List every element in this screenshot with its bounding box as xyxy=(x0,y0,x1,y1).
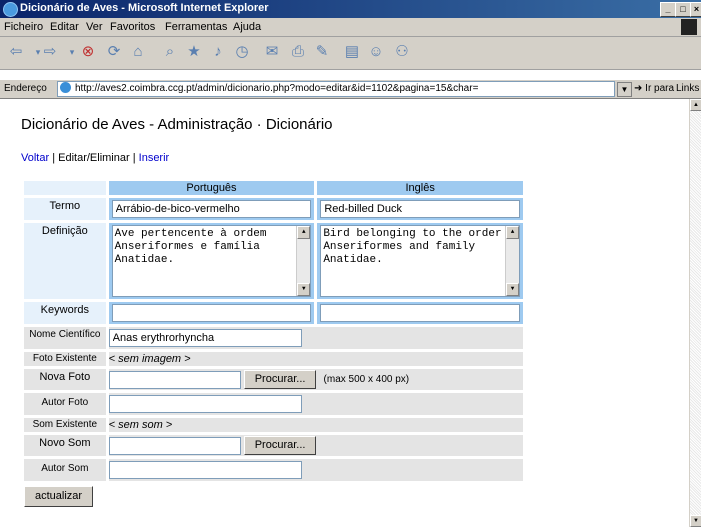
research-icon[interactable]: ⚇ xyxy=(392,42,412,62)
menu-ajuda[interactable]: Ajuda xyxy=(233,21,261,33)
address-label: Endereço xyxy=(4,83,47,94)
address-input[interactable]: http://aves2.coimbra.ccg.pt/admin/dicion… xyxy=(57,81,615,97)
windows-logo-icon xyxy=(681,19,697,35)
header-portuguese: Português xyxy=(108,181,315,195)
new-sound-browse-button[interactable]: Procurar... xyxy=(243,436,317,455)
menu-ver[interactable]: Ver xyxy=(86,21,103,33)
menu-ferramentas[interactable]: Ferramentas xyxy=(165,21,227,33)
update-button[interactable]: actualizar xyxy=(24,486,94,507)
page-scrollbar[interactable]: ▲ ▼ xyxy=(689,99,701,527)
term-en-input[interactable] xyxy=(320,200,520,218)
menu-bar: Ficheiro Editar Ver Favoritos Ferramenta… xyxy=(0,18,701,37)
header-english: Inglês xyxy=(317,181,523,195)
edit-icon[interactable]: ✎ xyxy=(312,42,332,62)
photo-size-hint: (max 500 x 400 px) xyxy=(323,374,410,385)
mail-icon[interactable]: ✉ xyxy=(262,42,282,62)
scroll-down-icon[interactable]: ▼ xyxy=(297,283,311,296)
term-pt-input[interactable] xyxy=(111,200,312,218)
definition-pt-text: Ave pertencente à ordem Anseriformes e f… xyxy=(114,228,274,266)
scientific-name-input[interactable] xyxy=(108,329,302,347)
header-corner xyxy=(24,181,106,195)
toolbar: ⇦ ▾ ⇨ ▾ ⊗ ⟳ ⌂ ⌕ ★ ♪ ◷ ✉ ⎙ ✎ ▤ ☺ ⚇ xyxy=(0,37,701,70)
keywords-pt-input[interactable] xyxy=(111,304,312,322)
menu-ficheiro[interactable]: Ficheiro xyxy=(4,21,43,33)
favorites-icon[interactable]: ★ xyxy=(184,42,204,62)
sound-author-label: Autor Som xyxy=(24,459,106,481)
textarea-scrollbar[interactable]: ▲ ▼ xyxy=(296,226,311,296)
messenger-icon[interactable]: ☺ xyxy=(366,42,386,62)
nav-separator: | xyxy=(129,152,139,164)
definition-en-text: Bird belonging to the order Anseriformes… xyxy=(323,228,502,266)
insert-link[interactable]: Inserir xyxy=(139,152,170,164)
new-sound-label: Novo Som xyxy=(24,435,106,456)
new-sound-file-input[interactable] xyxy=(108,436,241,455)
home-icon[interactable]: ⌂ xyxy=(128,42,148,62)
photo-author-input[interactable] xyxy=(108,395,302,413)
nav-separator: | xyxy=(49,152,59,164)
media-icon[interactable]: ♪ xyxy=(208,42,228,62)
links-button[interactable]: Links » xyxy=(676,83,701,94)
page-title: Dicionário de Aves - Administração · Dic… xyxy=(21,116,333,133)
definition-pt-textarea[interactable]: Ave pertencente à ordem Anseriformes e f… xyxy=(111,225,312,297)
maximize-icon[interactable]: □ xyxy=(675,2,691,17)
scroll-down-icon[interactable]: ▼ xyxy=(690,515,701,527)
current-page-label: Editar/Eliminar xyxy=(58,152,130,164)
address-url: http://aves2.coimbra.ccg.pt/admin/dicion… xyxy=(75,83,479,94)
scroll-up-icon[interactable]: ▲ xyxy=(506,226,519,239)
minimize-icon[interactable]: _ xyxy=(660,2,676,17)
page-icon xyxy=(60,82,71,93)
photo-author-label: Autor Foto xyxy=(24,393,106,415)
go-button[interactable]: ➜ Ir para xyxy=(634,83,674,94)
close-icon[interactable]: × xyxy=(690,2,701,17)
address-bar: Endereço http://aves2.coimbra.ccg.pt/adm… xyxy=(0,80,701,99)
textarea-scrollbar[interactable]: ▲ ▼ xyxy=(505,226,519,296)
back-icon[interactable]: ⇦ xyxy=(6,42,26,62)
keywords-label: Keywords xyxy=(24,302,106,324)
new-photo-browse-button[interactable]: Procurar... xyxy=(243,370,317,389)
search-icon[interactable]: ⌕ xyxy=(160,42,180,62)
photo-existing-value: < sem imagem > xyxy=(108,352,523,366)
sound-author-input[interactable] xyxy=(108,461,302,479)
print-icon[interactable]: ⎙ xyxy=(288,42,308,62)
window-title-bar: Dicionário de Aves - Microsoft Internet … xyxy=(0,0,701,18)
definition-label: Definição xyxy=(24,223,106,299)
window-title: Dicionário de Aves - Microsoft Internet … xyxy=(20,2,269,14)
forward-icon[interactable]: ⇨ xyxy=(40,42,60,62)
page-content: Dicionário de Aves - Administração · Dic… xyxy=(0,99,689,527)
edit-form: Português Inglês Termo Definição Ave per… xyxy=(21,178,526,510)
definition-en-textarea[interactable]: Bird belonging to the order Anseriformes… xyxy=(320,225,520,297)
scientific-name-label: Nome Científico xyxy=(24,327,106,349)
refresh-icon[interactable]: ⟳ xyxy=(104,42,124,62)
back-link[interactable]: Voltar xyxy=(21,152,49,164)
history-icon[interactable]: ◷ xyxy=(232,42,252,62)
breadcrumb: Voltar | Editar/Eliminar | Inserir xyxy=(21,152,169,164)
new-photo-label: Nova Foto xyxy=(24,369,106,390)
term-label: Termo xyxy=(24,198,106,220)
new-photo-file-input[interactable] xyxy=(108,370,241,389)
stop-icon[interactable]: ⊗ xyxy=(78,42,98,62)
keywords-en-input[interactable] xyxy=(320,304,520,322)
menu-favoritos[interactable]: Favoritos xyxy=(110,21,155,33)
sound-existing-label: Som Existente xyxy=(24,418,106,432)
sound-existing-value: < sem som > xyxy=(108,418,523,432)
photo-existing-label: Foto Existente xyxy=(24,352,106,366)
go-label: Ir para xyxy=(645,83,675,94)
menu-editar[interactable]: Editar xyxy=(50,21,79,33)
scroll-up-icon[interactable]: ▲ xyxy=(297,226,311,239)
discuss-icon[interactable]: ▤ xyxy=(342,42,362,62)
address-dropdown-icon[interactable]: ▼ xyxy=(617,82,632,97)
scroll-up-icon[interactable]: ▲ xyxy=(690,99,701,111)
scroll-down-icon[interactable]: ▼ xyxy=(506,283,519,296)
internet-explorer-icon xyxy=(3,2,18,17)
